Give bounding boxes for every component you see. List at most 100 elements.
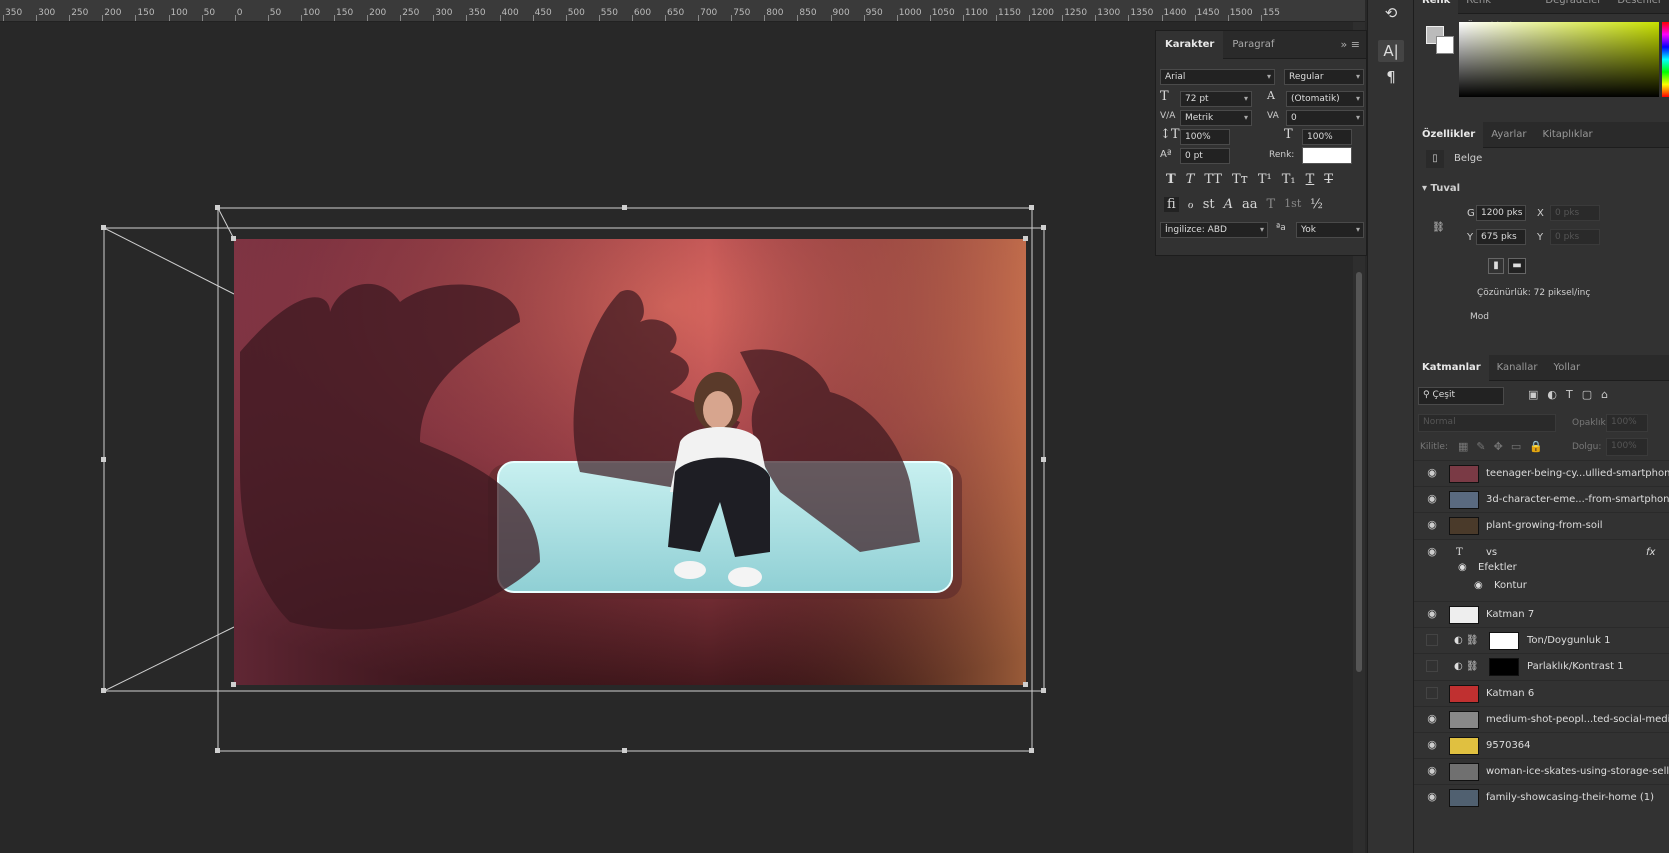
stroke-visibility-eye-icon[interactable]: ◉ — [1474, 580, 1483, 591]
scroll-thumb[interactable] — [1356, 272, 1362, 672]
portrait-icon[interactable]: ▮ — [1488, 258, 1504, 274]
fractions-button[interactable]: ½ — [1310, 197, 1323, 212]
width-input[interactable]: 1200 pks — [1476, 205, 1526, 221]
text-color-swatch[interactable] — [1302, 147, 1352, 164]
layer-effects-icon[interactable]: fx — [1646, 547, 1655, 558]
visibility-eye-icon[interactable]: ◉ — [1424, 765, 1440, 777]
history-icon[interactable]: ⟲ — [1378, 2, 1404, 24]
layer-row[interactable]: ◐ ⛓ Ton/Doygunluk 1 — [1414, 627, 1669, 653]
layer-thumbnail[interactable] — [1449, 789, 1479, 807]
visibility-eye-icon[interactable]: ◉ — [1424, 739, 1440, 751]
layer-thumbnail[interactable] — [1449, 465, 1479, 483]
layer-mask-thumbnail[interactable] — [1489, 632, 1519, 650]
layer-filter-select[interactable]: ⚲ Çeşit — [1418, 387, 1504, 405]
font-size-input[interactable]: 72 pt ▾ — [1180, 91, 1252, 107]
font-style-select[interactable]: Regular ▾ — [1284, 69, 1364, 85]
tab-kanallar[interactable]: Kanallar — [1489, 355, 1546, 381]
faux-bold-button[interactable]: T — [1166, 172, 1176, 187]
background-color-swatch[interactable] — [1436, 36, 1454, 54]
titling-alternates-button[interactable]: T — [1267, 197, 1276, 212]
tab-yollar[interactable]: Yollar — [1545, 355, 1588, 381]
panel-menu-icon[interactable]: » ≡ — [1341, 38, 1366, 51]
alternate-ligatures-button[interactable]: ℴ — [1188, 197, 1194, 212]
layer-row[interactable]: ◉ teenager-being-cy...ullied-smartphone — [1414, 460, 1669, 486]
baseline-shift-input[interactable]: 0 pt — [1180, 148, 1230, 164]
opacity-input[interactable]: 100% — [1606, 414, 1648, 432]
horizontal-ruler[interactable]: 350 300 250 200 150 100 50 0 50 100 150 200 250 300 35… — [0, 0, 1365, 22]
tab-renk[interactable]: Renk — [1414, 0, 1459, 14]
horizontal-scale-input[interactable]: 100% — [1302, 129, 1352, 145]
tab-paragraf[interactable]: Paragraf — [1223, 31, 1283, 59]
tab-kitapliklar[interactable]: Kitaplıklar — [1535, 122, 1601, 148]
small-caps-button[interactable]: Tт — [1232, 172, 1248, 187]
visibility-eye-icon[interactable]: ◉ — [1424, 608, 1440, 620]
layer-row[interactable]: ◐ ⛓ Parlaklık/Kontrast 1 — [1414, 653, 1669, 679]
fill-input[interactable]: 100% — [1606, 438, 1648, 456]
link-icon[interactable]: ⛓ — [1432, 222, 1445, 233]
layer-row[interactable]: ◉ Kontur — [1414, 578, 1669, 596]
color-picker-field[interactable] — [1459, 22, 1659, 97]
layer-filter-icons[interactable]: ▣◐T▢⌂ — [1528, 388, 1617, 401]
canvas-section-title[interactable]: ▾ Tuval — [1422, 183, 1460, 194]
tab-desenler[interactable]: Desenler — [1609, 0, 1669, 14]
strikethrough-button[interactable]: T — [1324, 172, 1333, 187]
language-select[interactable]: İngilizce: ABD ▾ — [1160, 222, 1268, 238]
layer-row[interactable]: ◉ plant-growing-from-soil — [1414, 512, 1669, 538]
tracking-input[interactable]: 0 ▾ — [1286, 110, 1364, 126]
blend-mode-select[interactable]: Normal — [1418, 414, 1556, 432]
layer-thumbnail[interactable] — [1449, 763, 1479, 781]
layer-thumbnail[interactable] — [1449, 491, 1479, 509]
tab-ayarlar[interactable]: Ayarlar — [1483, 122, 1534, 148]
ordinals-button[interactable]: 1st — [1284, 197, 1301, 212]
height-input[interactable]: 675 pks — [1476, 229, 1526, 245]
lock-icons[interactable]: ▦✎✥▭🔒 — [1458, 440, 1551, 453]
layer-row[interactable]: ◉ medium-shot-peopl...ted-social-media — [1414, 706, 1669, 732]
layer-thumbnail[interactable] — [1449, 711, 1479, 729]
layer-row[interactable]: ◉ Efektler — [1414, 560, 1669, 578]
kerning-select[interactable]: Metrik ▾ — [1180, 110, 1252, 126]
paragraph-panel-icon[interactable]: ¶ — [1378, 66, 1404, 88]
x-input[interactable]: 0 pks — [1550, 205, 1600, 221]
visibility-eye-icon[interactable]: ◉ — [1424, 493, 1440, 505]
visibility-eye-icon[interactable] — [1426, 687, 1438, 699]
visibility-eye-icon[interactable] — [1426, 634, 1438, 646]
layer-row[interactable]: ◉ Katman 7 — [1414, 601, 1669, 627]
visibility-eye-icon[interactable]: ◉ — [1424, 713, 1440, 725]
all-caps-button[interactable]: TT — [1204, 172, 1222, 187]
tab-karakter[interactable]: Karakter — [1156, 30, 1224, 59]
layer-row[interactable]: ◉ 3d-character-eme...-from-smartphone — [1414, 486, 1669, 512]
font-family-select[interactable]: Arial ▾ — [1160, 69, 1275, 85]
visibility-eye-icon[interactable]: ◉ — [1424, 791, 1440, 803]
vertical-scale-input[interactable]: 100% — [1180, 129, 1230, 145]
character-panel-icon[interactable]: A| — [1378, 40, 1404, 62]
layer-row[interactable]: Katman 6 — [1414, 680, 1669, 706]
underline-button[interactable]: T — [1306, 172, 1315, 187]
y-input[interactable]: 0 pks — [1550, 229, 1600, 245]
tab-renk-ornekleri[interactable]: Renk Örnekleri — [1458, 0, 1537, 32]
ligatures-button[interactable]: fi — [1164, 197, 1179, 212]
superscript-button[interactable]: T¹ — [1258, 172, 1272, 187]
layer-row[interactable]: ◉ family-showcasing-their-home (1) — [1414, 784, 1669, 810]
tab-katmanlar[interactable]: Katmanlar — [1414, 355, 1489, 381]
layer-thumbnail[interactable] — [1449, 737, 1479, 755]
visibility-eye-icon[interactable]: ◉ — [1424, 519, 1440, 531]
layer-thumbnail[interactable] — [1449, 517, 1479, 535]
faux-italic-button[interactable]: T — [1186, 172, 1195, 187]
hue-slider[interactable] — [1662, 22, 1669, 97]
layer-mask-thumbnail[interactable] — [1489, 658, 1519, 676]
antialias-select[interactable]: Yok ▾ — [1296, 222, 1364, 238]
visibility-eye-icon[interactable] — [1426, 660, 1438, 672]
layer-thumbnail[interactable] — [1449, 606, 1479, 624]
visibility-eye-icon[interactable]: ◉ — [1424, 546, 1440, 558]
tab-degradeler[interactable]: Degradeler — [1537, 0, 1609, 14]
subscript-button[interactable]: T₁ — [1282, 172, 1296, 187]
discretionary-ligatures-button[interactable]: st — [1203, 197, 1215, 212]
leading-input[interactable]: (Otomatik) ▾ — [1286, 91, 1364, 107]
landscape-icon[interactable]: ▬ — [1508, 258, 1526, 274]
layer-row[interactable]: ◉ woman-ice-skates-using-storage-sells — [1414, 758, 1669, 784]
layer-row[interactable]: ◉ 9570364 — [1414, 732, 1669, 758]
stylistic-alternates-button[interactable]: aa — [1242, 197, 1258, 212]
swash-button[interactable]: A — [1224, 197, 1233, 212]
layer-thumbnail[interactable] — [1449, 685, 1479, 703]
effects-visibility-eye-icon[interactable]: ◉ — [1458, 562, 1467, 573]
